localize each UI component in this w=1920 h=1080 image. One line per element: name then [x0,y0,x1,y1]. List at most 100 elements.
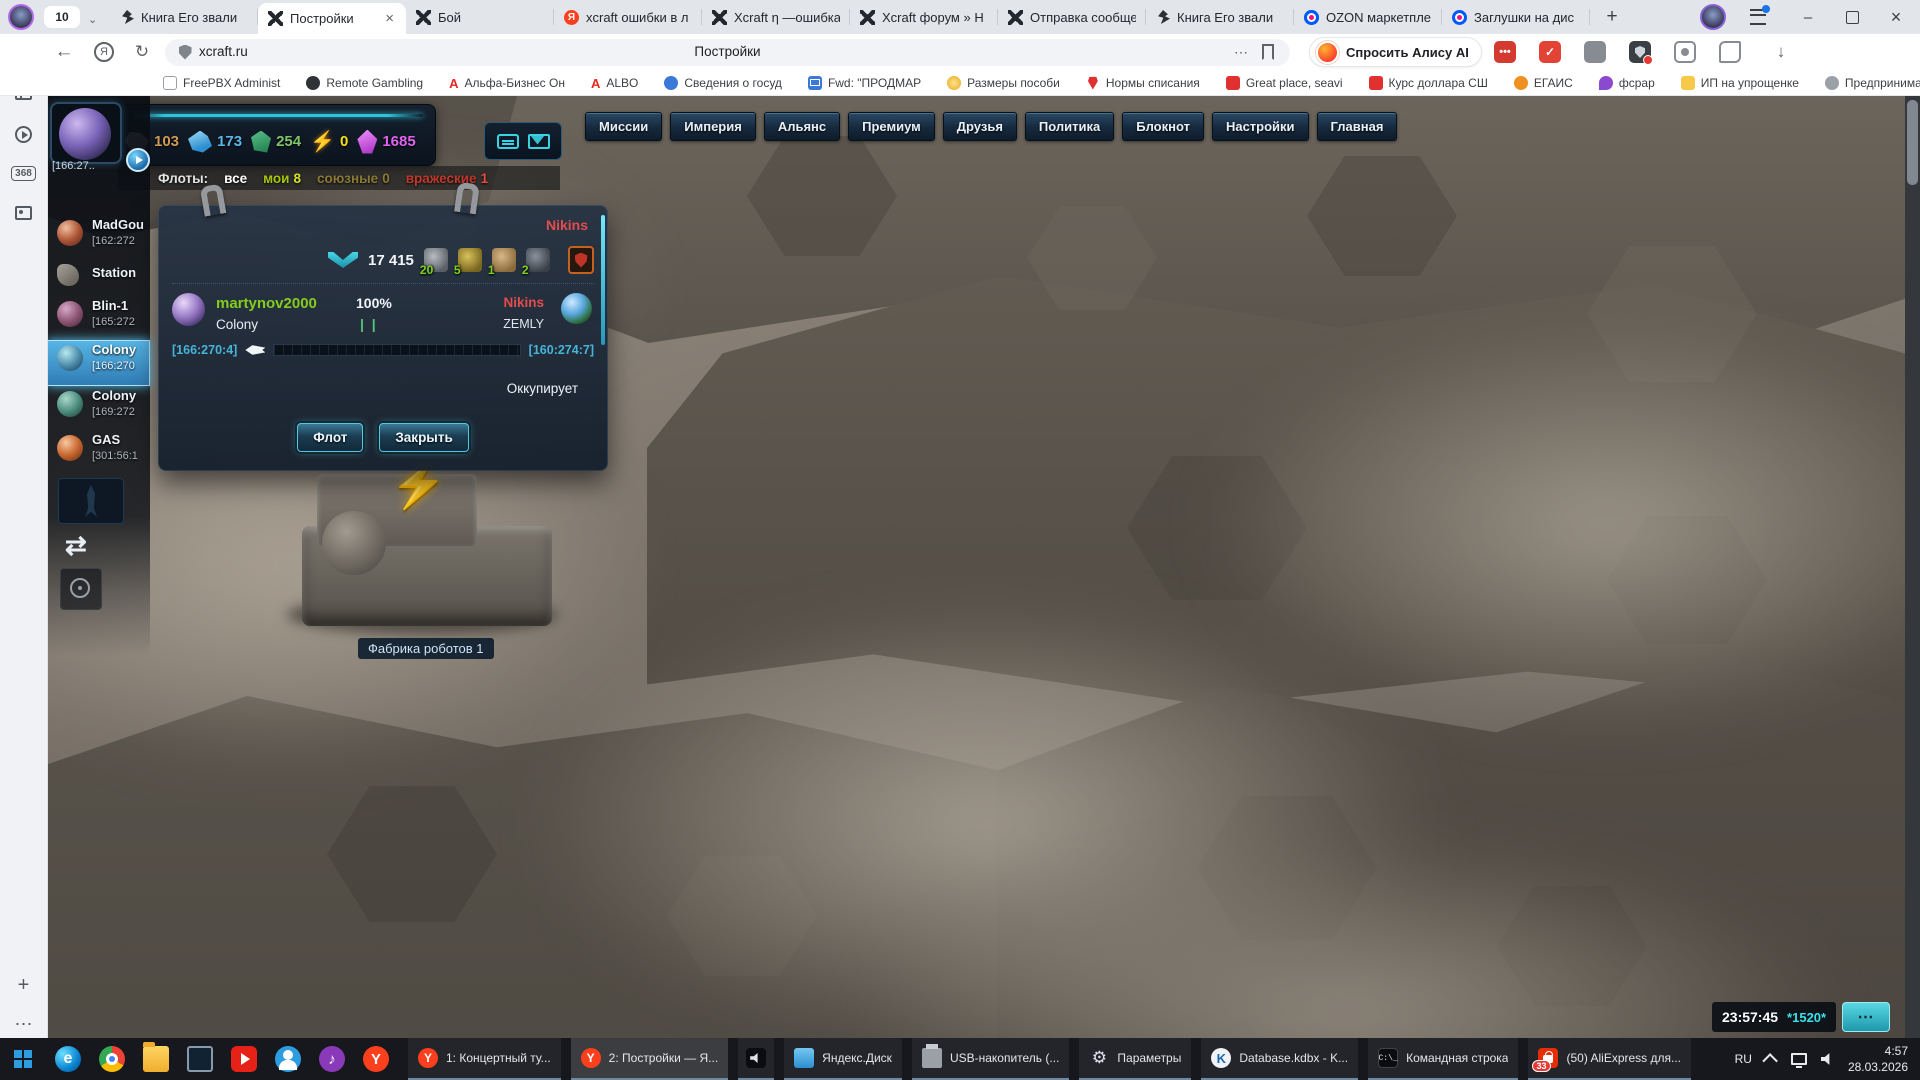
planet-name[interactable]: Blin-1 [92,298,128,313]
menu-premium[interactable]: Премиум [848,112,935,141]
planet-name[interactable]: GAS [92,432,120,447]
browser-tab[interactable]: OZON маркетпле [1294,0,1442,34]
browser-tab[interactable]: Xcraft форум » Н [850,0,998,34]
plus-icon[interactable]: + [0,974,47,997]
tray-clock[interactable]: 4:57 28.03.2026 [1848,1043,1908,1075]
planet-icon[interactable] [57,301,83,327]
counter-badge[interactable]: 368 [0,166,47,181]
network-icon[interactable] [1791,1053,1807,1065]
extensions-puzzle-icon[interactable] [1674,41,1696,63]
target-planet-avatar[interactable] [561,293,592,324]
browser-tab[interactable]: Заглушки на дис [1442,0,1590,34]
tab-counter[interactable]: 10 [44,6,80,28]
unit-icon[interactable]: 1 [492,248,516,272]
bookmark-item[interactable]: Great place, seavi [1226,76,1343,90]
close-button[interactable]: Закрыть [379,423,468,452]
chevron-down-icon[interactable]: ⌄ [88,13,98,23]
menu-alliance[interactable]: Альянс [764,112,840,141]
extension-gray-icon[interactable] [1584,41,1606,63]
planet-icon[interactable] [57,391,83,417]
taskbar-yandex[interactable]: Y [354,1038,398,1080]
taskbar-chrome[interactable] [90,1038,134,1080]
planet-icon[interactable] [57,220,83,246]
menu-notebook[interactable]: Блокнот [1122,112,1204,141]
page-scrollbar[interactable] [1905,96,1920,1038]
menu-home[interactable]: Главная [1317,112,1398,141]
target-owner[interactable]: Nikins [503,295,544,310]
menu-politics[interactable]: Политика [1025,112,1114,141]
planet-name-selected[interactable]: Colony [92,342,136,357]
bookmark-item[interactable]: Fwd: "ПРОДМАР [808,76,921,90]
unit-icon[interactable]: 20 [424,248,448,272]
scrollbar-thumb[interactable] [1907,100,1918,185]
bookmark-item[interactable]: ААльфа-Бизнес Он [449,76,565,90]
taskbar-monitor[interactable] [178,1038,222,1080]
bookmark-item[interactable]: ЕГАИС [1514,76,1573,90]
bookmark-item[interactable]: Курс доллара СШ [1369,76,1488,90]
home-planet-frame[interactable] [50,102,122,164]
planet-icon[interactable] [57,435,83,461]
play-button[interactable] [126,148,150,172]
maximize-button[interactable] [1832,0,1872,34]
taskbar-explorer[interactable] [134,1038,178,1080]
taskbar-app-concert[interactable]: Y 1: Концертный ту... [408,1038,561,1080]
bookmark-item[interactable]: Размеры пособи [947,76,1060,90]
browser-tab[interactable]: Xcraft η —ошибка [702,0,850,34]
browser-tab[interactable]: Книга Его звали [110,0,258,34]
minimize-button[interactable]: – [1788,0,1828,34]
downloads-button[interactable]: ↓ [1766,34,1796,70]
more-icon[interactable]: ⋯ [1230,34,1252,70]
unit-icon[interactable]: 5 [458,248,482,272]
language-indicator[interactable]: RU [1735,1052,1752,1066]
browser-tab[interactable]: Я xcraft ошибки в л [554,0,702,34]
browser-tab[interactable]: Бой [406,0,554,34]
start-button[interactable] [0,1038,46,1080]
planet-name[interactable]: Station [92,265,136,280]
taskbar-app-sound[interactable] [738,1038,774,1080]
hud-more-button[interactable]: ⋯ [1842,1002,1890,1032]
menu-missions[interactable]: Миссии [585,112,662,141]
volume-icon[interactable] [1821,1053,1834,1066]
new-tab-button[interactable]: + [1592,0,1632,34]
taskbar-app-cmd[interactable]: C:\_ Командная строка [1368,1038,1518,1080]
station-icon[interactable] [57,264,79,286]
popup-scrollbar[interactable] [601,215,605,345]
taskbar-app-settings[interactable]: ⚙ Параметры [1079,1038,1191,1080]
radar-button[interactable] [60,568,102,610]
player-name[interactable]: martynov2000 [216,295,317,312]
unit-icon[interactable]: 2 [526,248,550,272]
exchange-icon[interactable]: ⇄ [65,530,87,561]
browser-tab[interactable]: Отправка сообще [998,0,1146,34]
collections-icon[interactable] [1719,41,1741,63]
menu-settings[interactable]: Настройки [1212,112,1309,141]
extension-adblock-icon[interactable]: ••• [1494,41,1516,63]
filter-mine[interactable]: мои8 [263,171,301,186]
taskbar-people[interactable] [266,1038,310,1080]
menu-empire[interactable]: Империя [670,112,756,141]
bookmark-flag-icon[interactable] [1258,34,1278,70]
tab-group-avatar[interactable] [8,4,34,30]
to-coords[interactable]: [160:274:7] [529,343,594,357]
taskbar-app-aliexpress[interactable]: 33 (50) AliExpress для... [1528,1038,1691,1080]
bookmark-item[interactable]: Сведения о госуд [664,76,782,90]
bookmark-item[interactable]: Предпринимател [1825,76,1920,90]
chat-icon[interactable] [497,134,519,149]
taskbar-edge[interactable]: e [46,1038,90,1080]
gallery-icon[interactable] [0,206,47,220]
refresh-button[interactable]: ↻ [126,34,158,70]
bookmark-item[interactable]: FreePBX Administ [163,76,280,90]
taskbar-music[interactable]: ♪ [310,1038,354,1080]
browser-tab[interactable]: Книга Его звали [1146,0,1294,34]
play-icon[interactable] [0,126,47,143]
menu-friends[interactable]: Друзья [943,112,1017,141]
filter-all[interactable]: все [224,171,247,186]
browser-tab-active[interactable]: Постройки × [258,3,406,34]
alice-button[interactable]: Спросить Алису AI [1310,38,1481,66]
taskbar-youtube[interactable] [222,1038,266,1080]
planet-icon[interactable] [57,345,83,371]
bookmark-item[interactable]: Нормы списания [1086,76,1200,90]
tray-chevron-icon[interactable] [1762,1053,1778,1069]
fleet-panel[interactable] [58,478,124,524]
more-icon[interactable]: ⋯ [0,1014,47,1035]
extension-check-icon[interactable]: ✓ [1539,41,1561,63]
